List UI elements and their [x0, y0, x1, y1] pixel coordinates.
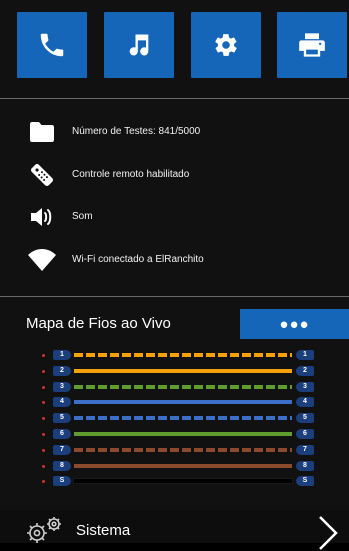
wire-pin-left: 6	[53, 429, 71, 439]
wire-pin-right: 7	[296, 444, 314, 455]
wire-pin-right: 2	[296, 365, 314, 376]
gear-icon	[215, 34, 237, 56]
phone-icon	[40, 33, 64, 57]
wire-row: 11	[0, 349, 349, 361]
wire-indicator-dot	[42, 401, 45, 405]
wire-line	[74, 416, 292, 421]
wire-row: 33	[0, 381, 349, 393]
wire-pin-left: 5	[53, 413, 71, 424]
wire-indicator-dot	[42, 369, 45, 373]
system-label: Sistema	[76, 522, 131, 539]
wire-line	[74, 353, 292, 357]
wire-pin-right: S	[296, 476, 314, 487]
wire-line	[74, 479, 292, 484]
tester-screen: Número de Testes: 841/5000 Controle remo…	[0, 0, 349, 550]
chevron-right-icon	[319, 516, 338, 550]
wire-indicator-dot	[42, 417, 45, 421]
wire-map-menu-button[interactable]: ●●●	[240, 309, 349, 339]
wire-line	[74, 463, 292, 468]
wire-indicator-dot	[42, 433, 45, 436]
wire-pin-left: 7	[53, 444, 71, 455]
wire-row: 77	[0, 444, 349, 456]
wire-indicator-dot	[42, 385, 45, 389]
folder-icon	[24, 117, 60, 147]
wire-line	[74, 368, 292, 373]
wire-row: 44	[0, 396, 349, 408]
wire-line	[74, 432, 292, 436]
test-count-text: Número de Testes: 841/5000	[72, 126, 201, 137]
wire-pin-right: 6	[296, 429, 314, 439]
wire-row: SS	[0, 475, 349, 487]
wire-row: 66	[0, 428, 349, 440]
speaker-icon	[24, 202, 60, 232]
print-button[interactable]	[277, 12, 347, 78]
wire-line	[74, 447, 292, 452]
wire-pin-right: 5	[296, 413, 314, 424]
wire-pin-right: 1	[296, 350, 314, 360]
status-remote: Controle remoto habilitado	[0, 160, 349, 190]
remote-control-icon	[24, 160, 60, 190]
settings-button[interactable]	[191, 12, 261, 78]
status-test-count: Número de Testes: 841/5000	[0, 117, 349, 147]
system-bar[interactable]: Sistema	[0, 510, 349, 550]
wire-pin-left: 4	[53, 397, 71, 408]
wire-line	[74, 400, 292, 405]
music-note-icon	[129, 34, 149, 56]
wire-pin-right: 8	[296, 460, 314, 471]
wifi-icon	[24, 245, 60, 275]
wire-indicator-dot	[42, 464, 45, 468]
music-button[interactable]	[104, 12, 174, 78]
wire-pin-right: 4	[296, 397, 314, 408]
sound-text: Som	[72, 211, 93, 222]
wire-map-title: Mapa de Fios ao Vivo	[26, 315, 171, 332]
status-wifi: Wi-Fi conectado a ElRanchito	[0, 245, 349, 275]
wire-row: 22	[0, 365, 349, 377]
top-divider	[0, 98, 349, 99]
middle-divider	[0, 296, 349, 297]
wire-line	[74, 384, 292, 389]
status-sound: Som	[0, 202, 349, 232]
remote-text: Controle remoto habilitado	[72, 169, 190, 180]
wire-pin-left: S	[53, 476, 71, 487]
wire-row: 55	[0, 412, 349, 424]
wire-pin-right: 3	[296, 381, 314, 392]
gears-icon	[27, 517, 61, 543]
wire-indicator-dot	[42, 354, 45, 357]
wire-indicator-dot	[42, 448, 45, 452]
wifi-text: Wi-Fi conectado a ElRanchito	[72, 254, 204, 265]
wire-pin-left: 1	[53, 350, 71, 360]
top-toolbar	[0, 0, 349, 98]
phone-button[interactable]	[17, 12, 87, 78]
wire-pin-left: 3	[53, 381, 71, 392]
wire-indicator-dot	[42, 480, 45, 484]
wire-row: 88	[0, 460, 349, 472]
printer-icon	[299, 33, 325, 57]
wire-pin-left: 8	[53, 460, 71, 471]
wire-pin-left: 2	[53, 365, 71, 376]
